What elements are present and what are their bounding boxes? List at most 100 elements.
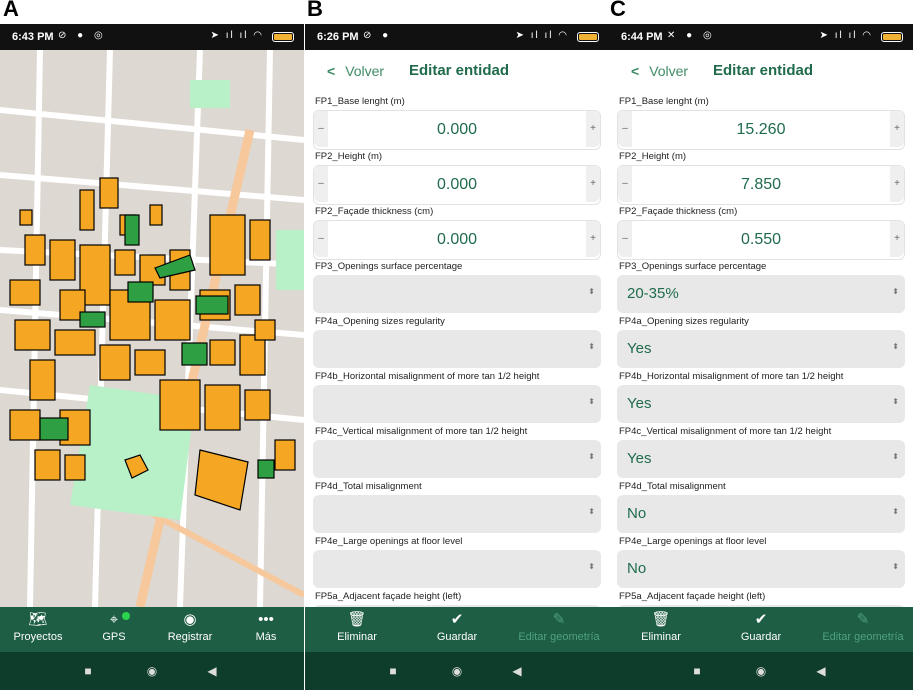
field-label: FP4b_Horizontal misalignment of more tan… <box>315 371 540 382</box>
number-value[interactable]: 15.260 <box>632 111 890 149</box>
home-icon[interactable]: ◉ <box>449 663 465 679</box>
field-fp4b-horizontal: FP4b_Horizontal misalignment of more tan… <box>617 371 905 423</box>
select-dropdown[interactable]: No ⬍ <box>617 550 905 588</box>
select-dropdown[interactable]: ⬍ <box>313 440 601 478</box>
decrement-button[interactable]: – <box>314 111 328 147</box>
increment-button[interactable]: + <box>586 166 600 202</box>
recents-icon[interactable]: ■ <box>385 663 401 679</box>
number-stepper: – 15.260 + <box>617 110 905 150</box>
back-icon[interactable]: ◀ <box>813 663 829 679</box>
number-value[interactable]: 0.000 <box>328 111 586 149</box>
battery-icon <box>272 32 294 42</box>
more-icon: ••• <box>258 611 274 628</box>
nav-registrar[interactable]: ◉ Registrar <box>152 607 228 652</box>
nav-guardar[interactable]: ✔ Guardar <box>419 607 495 652</box>
signal-wifi-icons: ➤ ıl ıl ◠ <box>515 30 569 41</box>
select-dropdown[interactable]: ⬍ <box>313 330 601 368</box>
field-label: FP3_Openings surface percentage <box>619 261 767 272</box>
back-button[interactable]: < Volver <box>631 63 688 79</box>
field-label: FP4e_Large openings at floor level <box>619 536 767 547</box>
nav-label: Editar geometría <box>518 631 600 643</box>
entity-form: FP1_Base lenght (m) – 15.260 + FP2_Heigh… <box>609 96 913 607</box>
decrement-button[interactable]: – <box>618 221 632 257</box>
back-label: Volver <box>345 63 385 79</box>
nav-editar-geometria[interactable]: ✎ Editar geometría <box>511 607 607 652</box>
select-dropdown[interactable]: Yes ⬍ <box>617 385 905 423</box>
decrement-button[interactable]: – <box>618 111 632 147</box>
select-dropdown[interactable]: ⬍ <box>313 550 601 588</box>
form-header: < Volver Editar entidad <box>609 50 913 96</box>
field-label: FP4e_Large openings at floor level <box>315 536 463 547</box>
back-icon[interactable]: ◀ <box>204 663 220 679</box>
recents-icon[interactable]: ■ <box>689 663 705 679</box>
nav-proyectos[interactable]: 🗺 Proyectos <box>0 607 76 652</box>
field-fp1-base-length: FP1_Base lenght (m) – 15.260 + <box>617 96 905 150</box>
nav-eliminar[interactable]: 🗑 Eliminar <box>319 607 395 652</box>
bottom-nav: 🗺 Proyectos ⌖ GPS ◉ Registrar ••• Más <box>0 607 304 652</box>
notification-icons: ✕ ● ◎ <box>667 30 716 41</box>
select-dropdown[interactable]: No ⬍ <box>617 495 905 533</box>
updown-arrow-icon: ⬍ <box>588 452 595 461</box>
select-dropdown[interactable]: ⬍ <box>313 275 601 313</box>
field-label: FP2_Façade thickness (cm) <box>315 206 434 217</box>
nav-mas[interactable]: ••• Más <box>228 607 304 652</box>
panel-label-b: B <box>307 0 323 21</box>
nav-label: Guardar <box>436 631 478 643</box>
select-dropdown[interactable]: 20-35% ⬍ <box>617 275 905 313</box>
field-fp5a-adjacent: FP5a_Adjacent façade height (left) <box>313 591 601 607</box>
increment-button[interactable]: + <box>586 221 600 257</box>
chevron-left-icon: < <box>327 63 336 79</box>
nav-editar-geometria[interactable]: ✎ Editar geometría <box>815 607 911 652</box>
increment-button[interactable]: + <box>890 166 904 202</box>
number-value[interactable]: 0.000 <box>328 221 586 259</box>
number-stepper: – 7.850 + <box>617 165 905 205</box>
increment-button[interactable]: + <box>890 221 904 257</box>
field-fp4a-regularity: FP4a_Opening sizes regularity ⬍ <box>313 316 601 368</box>
select-value: Yes <box>627 340 652 357</box>
select-dropdown[interactable]: Yes ⬍ <box>617 330 905 368</box>
number-value[interactable]: 0.550 <box>632 221 890 259</box>
nav-gps[interactable]: ⌖ GPS <box>76 607 152 652</box>
field-label: FP4b_Horizontal misalignment of more tan… <box>619 371 844 382</box>
decrement-button[interactable]: – <box>314 221 328 257</box>
updown-arrow-icon: ⬍ <box>588 397 595 406</box>
field-fp4c-vertical: FP4c_Vertical misalignment of more tan 1… <box>617 426 905 478</box>
select-dropdown[interactable]: ⬍ <box>313 385 601 423</box>
select-dropdown[interactable]: ⬍ <box>313 495 601 533</box>
select-dropdown[interactable]: Yes ⬍ <box>617 440 905 478</box>
nav-guardar[interactable]: ✔ Guardar <box>723 607 799 652</box>
entity-form: FP1_Base lenght (m) – 0.000 + FP2_Height… <box>305 96 609 607</box>
nav-eliminar[interactable]: 🗑 Eliminar <box>623 607 699 652</box>
number-stepper: – 0.000 + <box>313 165 601 205</box>
status-bar: 6:26 PM ⊘ ● ➤ ıl ıl ◠ <box>305 24 609 50</box>
field-label: FP4a_Opening sizes regularity <box>315 316 445 327</box>
field-fp2-facade-thickness: FP2_Façade thickness (cm) – 0.000 + <box>313 206 601 260</box>
map-canvas <box>0 50 304 607</box>
field-fp4a-regularity: FP4a_Opening sizes regularity Yes ⬍ <box>617 316 905 368</box>
number-value[interactable]: 0.000 <box>328 166 586 204</box>
panel-label-a: A <box>3 0 19 21</box>
updown-arrow-icon: ⬍ <box>892 452 899 461</box>
phone-screen-form-empty: 6:26 PM ⊘ ● ➤ ıl ıl ◠ < Volver Editar ent… <box>305 24 609 690</box>
status-time: 6:43 PM <box>12 31 54 43</box>
increment-button[interactable]: + <box>586 111 600 147</box>
home-icon[interactable]: ◉ <box>144 663 160 679</box>
field-label: FP4d_Total misalignment <box>619 481 726 492</box>
number-stepper: – 0.000 + <box>313 110 601 150</box>
field-label: FP4d_Total misalignment <box>315 481 422 492</box>
recents-icon[interactable]: ■ <box>80 663 96 679</box>
back-label: Volver <box>649 63 689 79</box>
field-fp4e-large-openings: FP4e_Large openings at floor level No ⬍ <box>617 536 905 588</box>
back-icon[interactable]: ◀ <box>509 663 525 679</box>
nav-label: GPS <box>102 631 126 643</box>
decrement-button[interactable]: – <box>618 166 632 202</box>
bottom-nav: 🗑 Eliminar ✔ Guardar ✎ Editar geometría <box>609 607 913 652</box>
map-view[interactable] <box>0 50 304 607</box>
increment-button[interactable]: + <box>890 111 904 147</box>
number-value[interactable]: 7.850 <box>632 166 890 204</box>
decrement-button[interactable]: – <box>314 166 328 202</box>
home-icon[interactable]: ◉ <box>753 663 769 679</box>
back-button[interactable]: < Volver <box>327 63 384 79</box>
updown-arrow-icon: ⬍ <box>892 397 899 406</box>
field-label: FP4a_Opening sizes regularity <box>619 316 749 327</box>
